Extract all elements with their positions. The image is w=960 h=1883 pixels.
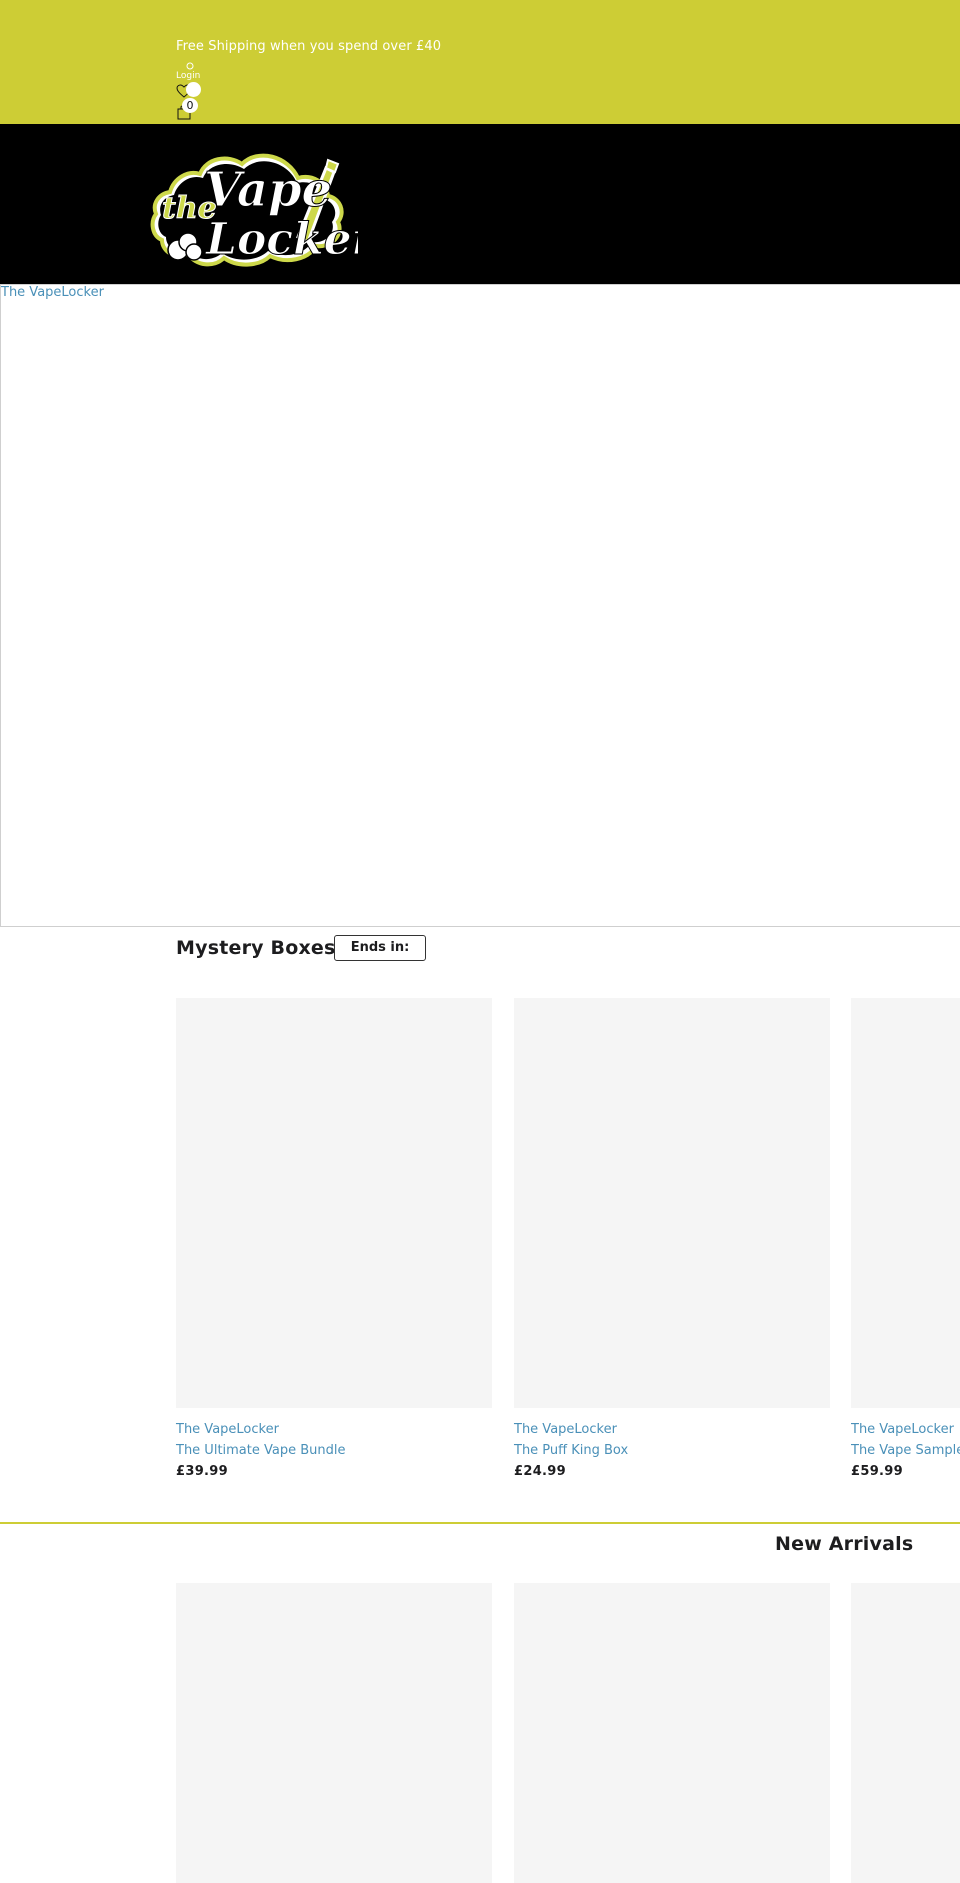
product-price: £59.99 xyxy=(851,1464,903,1479)
product-image[interactable] xyxy=(514,998,830,1408)
announcement-bar: Free Shipping when you spend over £40 Lo… xyxy=(0,0,960,124)
product-card[interactable]: The VapeLocker The Puff King Box £24.99 xyxy=(514,998,830,1482)
login-link[interactable]: Login xyxy=(176,71,200,81)
hero-alt-text: The VapeLocker xyxy=(1,285,104,300)
product-card[interactable]: The VapeLocker The Ultimate Vape Bundle … xyxy=(176,998,492,1482)
product-vendor[interactable]: The VapeLocker xyxy=(851,1419,960,1440)
new-arrivals-title: New Arrivals xyxy=(775,1533,914,1555)
product-vendor[interactable]: The VapeLocker xyxy=(176,1419,492,1440)
product-name[interactable]: The Vape Sampler xyxy=(851,1440,960,1461)
product-name[interactable]: The Ultimate Vape Bundle xyxy=(176,1440,492,1461)
site-logo[interactable]: the Vape Locker xyxy=(148,142,378,280)
logo-vape-lettering: Vape xyxy=(204,162,332,218)
countdown-timer: Ends in: xyxy=(334,935,426,961)
product-card[interactable]: The VapeLocker The Vape Sampler £59.99 xyxy=(851,998,960,1482)
new-arrival-image[interactable] xyxy=(176,1583,492,1883)
logo-header: the Vape Locker xyxy=(0,124,960,284)
section-divider xyxy=(0,1522,960,1524)
free-shipping-text: Free Shipping when you spend over £40 xyxy=(176,39,442,54)
wishlist-indicator xyxy=(186,82,201,97)
product-price: £39.99 xyxy=(176,1464,228,1479)
hero-banner[interactable]: The VapeLocker xyxy=(0,284,960,927)
cart-button[interactable]: 0 xyxy=(176,98,206,122)
vape-locker-logo: the Vape Locker xyxy=(150,153,378,267)
product-image[interactable] xyxy=(851,998,960,1408)
new-arrival-image[interactable] xyxy=(514,1583,830,1883)
product-vendor[interactable]: The VapeLocker xyxy=(514,1419,830,1440)
logo-locker-lettering: Locker xyxy=(204,214,358,265)
product-image[interactable] xyxy=(176,998,492,1408)
product-name[interactable]: The Puff King Box xyxy=(514,1440,830,1461)
cart-count-badge: 0 xyxy=(182,98,198,113)
mystery-boxes-title: Mystery Boxes xyxy=(176,937,336,959)
new-arrival-image[interactable] xyxy=(851,1583,960,1883)
product-price: £24.99 xyxy=(514,1464,566,1479)
account-link[interactable]: Login xyxy=(176,62,216,84)
